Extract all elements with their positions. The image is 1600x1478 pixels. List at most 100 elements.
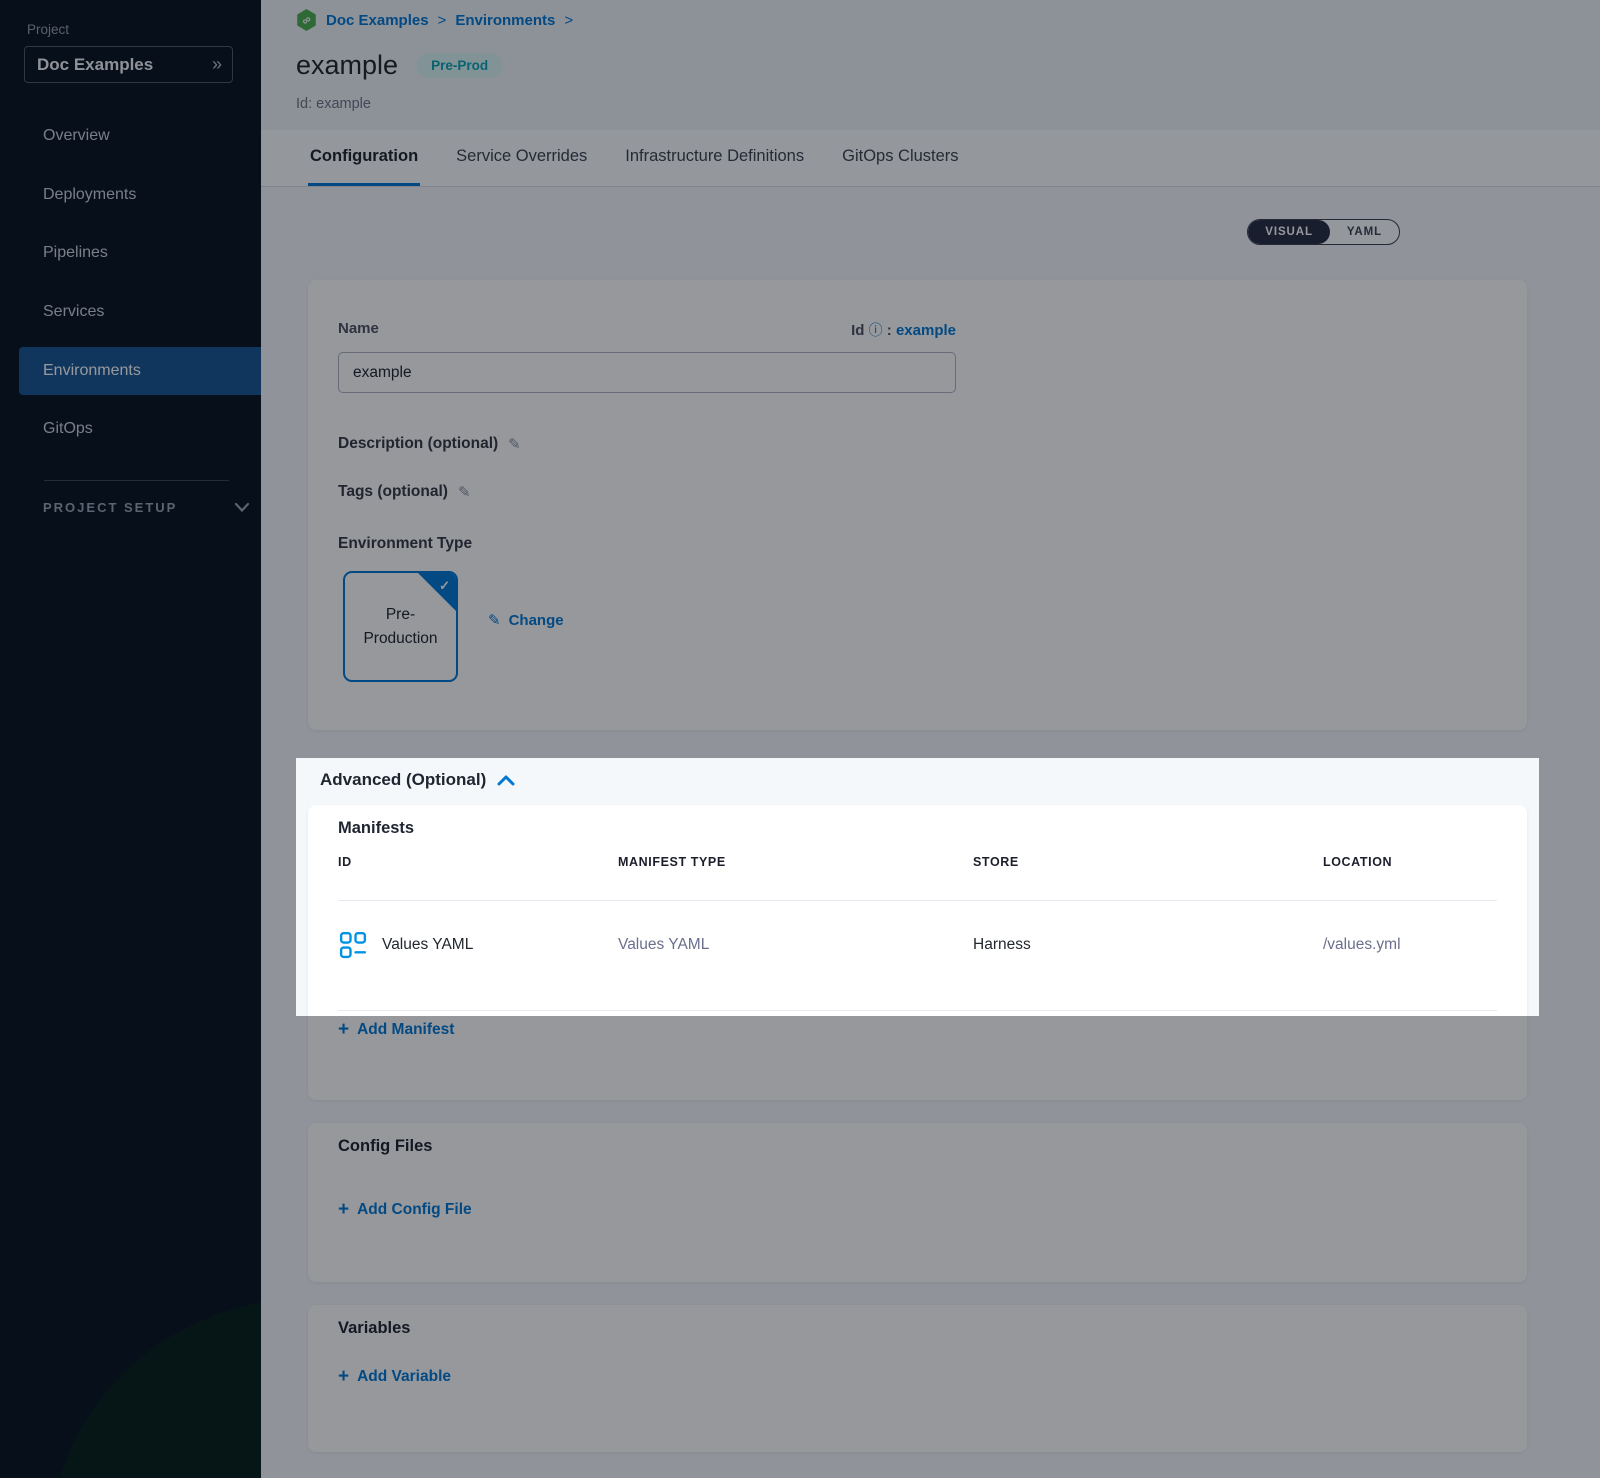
sidebar-item-label: GitOps xyxy=(43,420,93,438)
toggle-yaml[interactable]: YAML xyxy=(1330,220,1399,244)
info-icon[interactable]: ⓘ xyxy=(869,322,883,338)
manifests-table-header: ID MANIFEST TYPE STORE LOCATION xyxy=(338,855,1497,869)
plus-icon: + xyxy=(338,1020,349,1039)
divider xyxy=(44,480,229,481)
breadcrumb-environments[interactable]: Environments xyxy=(455,12,555,29)
tab-label: Infrastructure Definitions xyxy=(625,147,804,166)
pencil-icon: ✎ xyxy=(488,611,501,629)
column-store: STORE xyxy=(973,855,1323,869)
edit-description-icon[interactable]: ✎ xyxy=(508,435,521,453)
tab-label: Configuration xyxy=(310,147,418,166)
name-input[interactable] xyxy=(338,352,956,393)
tags-label: Tags (optional) xyxy=(338,483,448,501)
sidebar-decoration xyxy=(50,1298,261,1478)
environments-icon: ∞ xyxy=(296,9,317,31)
tab-service-overrides[interactable]: Service Overrides xyxy=(454,130,589,186)
tab-label: GitOps Clusters xyxy=(842,147,958,166)
id-prefix: Id xyxy=(851,322,864,339)
manifest-id: Values YAML xyxy=(382,936,473,954)
change-label: Change xyxy=(509,612,564,629)
project-setup-toggle[interactable]: PROJECT SETUP xyxy=(43,500,249,515)
id-inline: Id ⓘ : example xyxy=(338,320,956,340)
add-variable-label: Add Variable xyxy=(357,1368,451,1386)
page-title: example xyxy=(296,50,398,81)
selected-corner xyxy=(418,573,456,611)
tab-infrastructure-definitions[interactable]: Infrastructure Definitions xyxy=(623,130,806,186)
manifest-icon xyxy=(338,930,368,960)
description-field: Description (optional) ✎ xyxy=(338,435,521,453)
divider xyxy=(338,900,1497,901)
description-label: Description (optional) xyxy=(338,435,498,453)
edit-tags-icon[interactable]: ✎ xyxy=(458,483,471,501)
sidebar-item-label: Environments xyxy=(43,362,141,380)
variables-card: Variables + Add Variable xyxy=(308,1305,1527,1452)
harness-environment-page: Project Doc Examples » Overview Deployme… xyxy=(0,0,1600,1478)
config-files-card: Config Files + Add Config File xyxy=(308,1123,1527,1282)
title-row: example Pre-Prod xyxy=(296,50,503,81)
sidebar-item-overview[interactable]: Overview xyxy=(0,116,261,156)
check-icon: ✓ xyxy=(439,576,450,596)
page-header: ∞ Doc Examples > Environments > example … xyxy=(261,0,1600,130)
sidebar-item-pipelines[interactable]: Pipelines xyxy=(0,233,261,273)
manifest-store-cell: Harness xyxy=(973,936,1323,954)
sidebar-item-deployments[interactable]: Deployments xyxy=(0,175,261,215)
manifests-card: Manifests ID MANIFEST TYPE STORE LOCATIO… xyxy=(308,805,1527,1100)
sidebar-item-label: Services xyxy=(43,303,104,321)
config-files-title: Config Files xyxy=(338,1137,432,1156)
chevron-up-icon xyxy=(497,775,515,786)
add-config-file-label: Add Config File xyxy=(357,1201,472,1219)
entity-id: Id: example xyxy=(296,96,371,112)
plus-icon: + xyxy=(338,1367,349,1386)
sidebar: Project Doc Examples » Overview Deployme… xyxy=(0,0,261,1478)
project-selector[interactable]: Doc Examples » xyxy=(24,46,233,83)
project-label: Project xyxy=(27,22,69,37)
add-manifest-button[interactable]: + Add Manifest xyxy=(338,1020,454,1039)
tabs-bar: Configuration Service Overrides Infrastr… xyxy=(261,130,1600,187)
breadcrumb: ∞ Doc Examples > Environments > xyxy=(296,9,573,31)
tab-gitops-clusters[interactable]: GitOps Clusters xyxy=(840,130,960,186)
tags-field: Tags (optional) ✎ xyxy=(338,483,471,501)
chevron-down-icon xyxy=(235,503,249,512)
project-name: Doc Examples xyxy=(37,55,153,75)
add-manifest-label: Add Manifest xyxy=(357,1021,454,1039)
sidebar-item-environments[interactable]: Environments xyxy=(19,347,261,395)
id-value-link[interactable]: example xyxy=(896,322,956,339)
column-id: ID xyxy=(338,855,618,869)
breadcrumb-separator: > xyxy=(564,12,573,29)
sidebar-item-gitops[interactable]: GitOps xyxy=(0,409,261,449)
environment-form-card: Name Id ⓘ : example Description (optiona… xyxy=(308,280,1527,730)
table-row[interactable]: Values YAML Values YAML Harness /values.… xyxy=(338,917,1497,973)
visual-yaml-toggle[interactable]: VISUAL YAML xyxy=(1247,219,1400,245)
divider xyxy=(338,1010,1497,1011)
column-location: LOCATION xyxy=(1323,855,1497,869)
breadcrumb-project[interactable]: Doc Examples xyxy=(326,12,429,29)
change-env-type-link[interactable]: ✎ Change xyxy=(488,611,564,629)
sidebar-item-services[interactable]: Services xyxy=(0,292,261,332)
manifest-type-cell: Values YAML xyxy=(618,936,973,954)
environment-type-label: Environment Type xyxy=(338,535,472,553)
expand-icon[interactable]: » xyxy=(212,54,220,75)
manifest-location-cell: /values.yml xyxy=(1323,936,1497,954)
tab-configuration[interactable]: Configuration xyxy=(308,130,420,186)
id-separator: : xyxy=(887,322,892,339)
tab-label: Service Overrides xyxy=(456,147,587,166)
env-type-badge: Pre-Prod xyxy=(416,53,503,78)
sidebar-item-label: Overview xyxy=(43,127,110,145)
plus-icon: + xyxy=(338,1200,349,1219)
variables-title: Variables xyxy=(338,1319,410,1338)
sidebar-item-label: Deployments xyxy=(43,186,136,204)
project-setup-label: PROJECT SETUP xyxy=(43,500,177,515)
sidebar-item-label: Pipelines xyxy=(43,244,108,262)
manifests-title: Manifests xyxy=(338,819,414,838)
add-variable-button[interactable]: + Add Variable xyxy=(338,1367,451,1386)
env-type-card-preproduction[interactable]: Pre-Production ✓ xyxy=(343,571,458,682)
toggle-visual[interactable]: VISUAL xyxy=(1248,220,1330,244)
add-config-file-button[interactable]: + Add Config File xyxy=(338,1200,472,1219)
environment-type-label-row: Environment Type xyxy=(338,535,472,553)
column-manifest-type: MANIFEST TYPE xyxy=(618,855,973,869)
breadcrumb-separator: > xyxy=(438,12,447,29)
advanced-title: Advanced (Optional) xyxy=(320,770,486,790)
advanced-section-toggle[interactable]: Advanced (Optional) xyxy=(320,758,515,802)
main-content: ∞ Doc Examples > Environments > example … xyxy=(261,0,1600,1478)
manifest-id-cell: Values YAML xyxy=(338,930,618,960)
